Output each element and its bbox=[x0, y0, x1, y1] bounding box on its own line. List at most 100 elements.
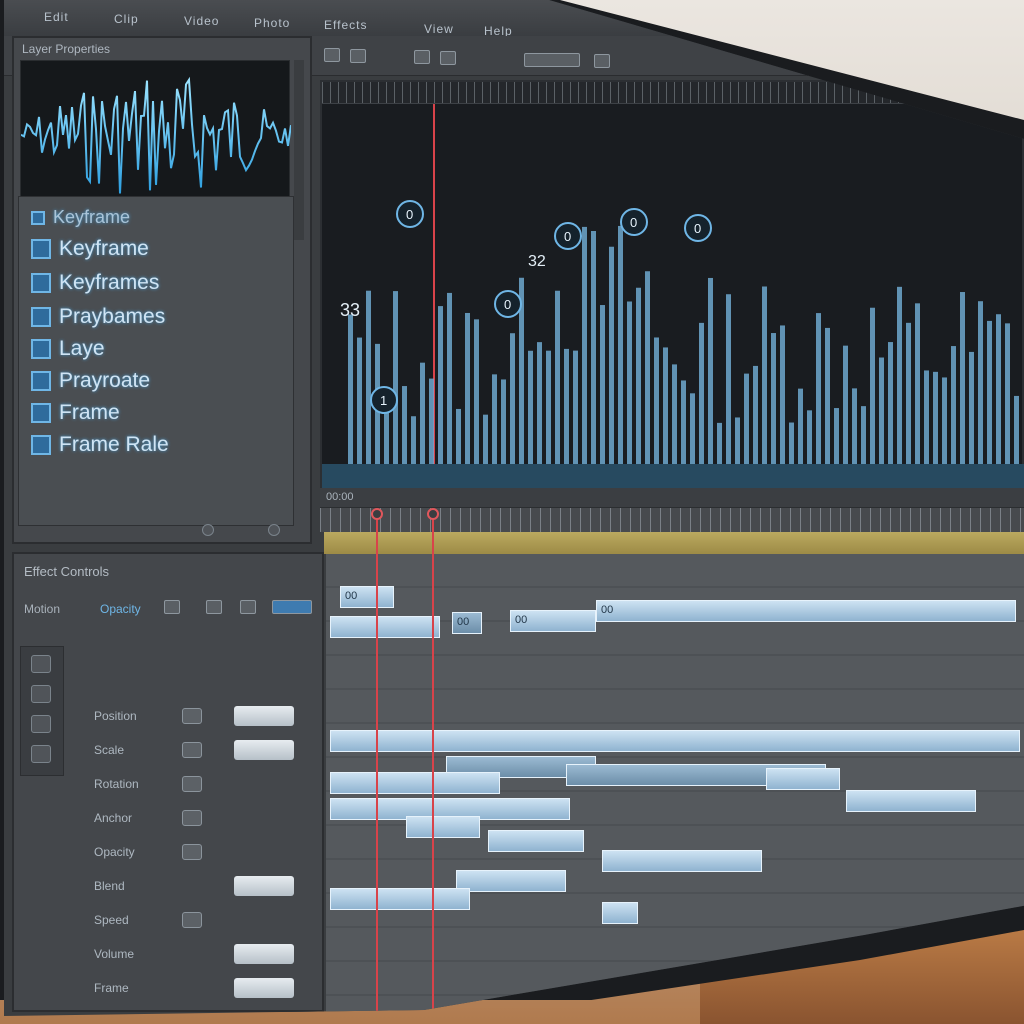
menu-item[interactable]: View bbox=[424, 22, 454, 36]
graph-bar bbox=[393, 291, 398, 464]
panel-button[interactable] bbox=[164, 600, 180, 614]
timeline-clip[interactable]: 00 bbox=[340, 586, 394, 608]
graph-bar bbox=[411, 416, 416, 464]
timeline-clip[interactable] bbox=[602, 850, 762, 872]
timeline-clip[interactable] bbox=[330, 888, 470, 910]
effect-row[interactable]: Blend bbox=[74, 872, 314, 902]
graph-bar bbox=[357, 337, 362, 464]
effect-row[interactable]: Frame bbox=[74, 974, 314, 1004]
checkbox[interactable] bbox=[31, 273, 51, 293]
graph-bar bbox=[663, 347, 668, 464]
effect-label: Frame bbox=[94, 981, 129, 995]
clip-label: 00 bbox=[345, 590, 358, 602]
effect-row[interactable]: Anchor bbox=[74, 804, 314, 834]
checkbox[interactable] bbox=[31, 339, 51, 359]
checkbox[interactable] bbox=[31, 210, 45, 225]
property-item[interactable]: Keyframe bbox=[31, 207, 130, 228]
effect-row[interactable]: Volume bbox=[74, 940, 314, 970]
panel-button[interactable] bbox=[206, 600, 222, 614]
keyframe-toggle[interactable] bbox=[182, 776, 202, 792]
graph-bar bbox=[573, 350, 578, 464]
property-item[interactable]: Frame bbox=[31, 401, 120, 425]
property-item[interactable]: Prayroate bbox=[31, 369, 150, 393]
timeline-clip[interactable]: 00 bbox=[510, 610, 596, 632]
effect-value-field[interactable] bbox=[234, 876, 294, 896]
graph-bar bbox=[789, 422, 794, 464]
tool-button[interactable] bbox=[440, 51, 456, 65]
timeline-ruler[interactable] bbox=[320, 508, 1024, 532]
lock-icon[interactable] bbox=[31, 685, 51, 703]
clip-label: 00 bbox=[457, 616, 470, 628]
footer-dot-icon[interactable] bbox=[268, 524, 280, 536]
timeline-clip[interactable] bbox=[766, 768, 840, 790]
graph-bar bbox=[771, 333, 776, 464]
checkbox[interactable] bbox=[31, 307, 51, 327]
checkbox[interactable] bbox=[31, 371, 51, 391]
graph-bar bbox=[681, 380, 686, 464]
menu-item[interactable]: Video bbox=[184, 14, 219, 28]
graph-bar bbox=[591, 230, 596, 464]
keyframe-toggle[interactable] bbox=[182, 810, 202, 826]
menu-item[interactable]: Photo bbox=[254, 16, 290, 30]
timeline-clip[interactable]: 00 bbox=[452, 612, 482, 634]
checkbox[interactable] bbox=[31, 403, 51, 423]
menu-item[interactable]: Edit bbox=[44, 10, 69, 24]
property-item[interactable]: Keyframes bbox=[31, 271, 159, 295]
property-item[interactable]: Frame Rale bbox=[31, 433, 169, 457]
graph-editor[interactable]: 0 1 0 0 0 0 33 32 bbox=[320, 80, 1024, 488]
timeline-clip[interactable] bbox=[456, 870, 566, 892]
tool-button[interactable] bbox=[324, 48, 340, 62]
checkbox[interactable] bbox=[31, 239, 51, 259]
effect-value-field[interactable] bbox=[234, 944, 294, 964]
playhead-handle[interactable] bbox=[427, 508, 439, 520]
audio-icon[interactable] bbox=[31, 745, 51, 763]
keyframe-toggle[interactable] bbox=[182, 708, 202, 724]
timeline-clip[interactable] bbox=[330, 772, 500, 794]
effect-row[interactable]: Speed bbox=[74, 906, 314, 936]
footer-dot-icon[interactable] bbox=[202, 524, 214, 536]
waveform-scrollbar[interactable] bbox=[294, 60, 304, 240]
timeline-clip[interactable]: 00 bbox=[596, 600, 1016, 622]
link-icon[interactable] bbox=[31, 715, 51, 733]
timeline-clip[interactable] bbox=[846, 790, 976, 812]
tool-button[interactable] bbox=[524, 53, 580, 67]
property-item[interactable]: Keyframe bbox=[31, 237, 149, 261]
keyframe-marker-label: 1 bbox=[380, 393, 387, 408]
keyframe-toggle[interactable] bbox=[182, 844, 202, 860]
timeline-clip[interactable] bbox=[602, 902, 638, 924]
effect-row[interactable]: Position bbox=[74, 702, 314, 732]
effect-value-field[interactable] bbox=[234, 706, 294, 726]
timeline-clip[interactable] bbox=[406, 816, 480, 838]
effect-value-field[interactable] bbox=[234, 978, 294, 998]
tool-button[interactable] bbox=[350, 49, 366, 63]
panel-button[interactable] bbox=[240, 600, 256, 614]
keyframe-toggle[interactable] bbox=[182, 742, 202, 758]
panel-button[interactable] bbox=[272, 600, 312, 614]
effect-row[interactable]: Rotation bbox=[74, 770, 314, 800]
property-item[interactable]: Laye bbox=[31, 337, 105, 361]
waveform-graphic bbox=[20, 76, 292, 194]
property-item[interactable]: Praybames bbox=[31, 305, 165, 329]
effect-row[interactable]: Opacity bbox=[74, 838, 314, 868]
timeline-clip[interactable] bbox=[488, 830, 584, 852]
graph-bar bbox=[600, 305, 605, 464]
timeline-playhead[interactable] bbox=[432, 512, 434, 1012]
playhead-handle[interactable] bbox=[371, 508, 383, 520]
effect-row[interactable]: Scale bbox=[74, 736, 314, 766]
tool-button[interactable] bbox=[414, 50, 430, 64]
tab-motion[interactable]: Motion bbox=[24, 602, 60, 616]
effect-value-field[interactable] bbox=[234, 740, 294, 760]
menu-item[interactable]: Effects bbox=[324, 18, 367, 32]
graph-bar bbox=[735, 417, 740, 464]
keyframe-marker-label: 0 bbox=[694, 221, 701, 236]
marker-track[interactable] bbox=[324, 532, 1024, 554]
tab-opacity[interactable]: Opacity bbox=[100, 602, 141, 616]
keyframe-toggle[interactable] bbox=[182, 912, 202, 928]
checkbox[interactable] bbox=[31, 435, 51, 455]
timeline-clip[interactable] bbox=[330, 616, 440, 638]
timeline-playhead[interactable] bbox=[376, 512, 378, 1012]
menu-item[interactable]: Clip bbox=[114, 12, 139, 26]
tool-button[interactable] bbox=[594, 54, 610, 68]
graph-bar bbox=[501, 379, 506, 464]
eye-icon[interactable] bbox=[31, 655, 51, 673]
